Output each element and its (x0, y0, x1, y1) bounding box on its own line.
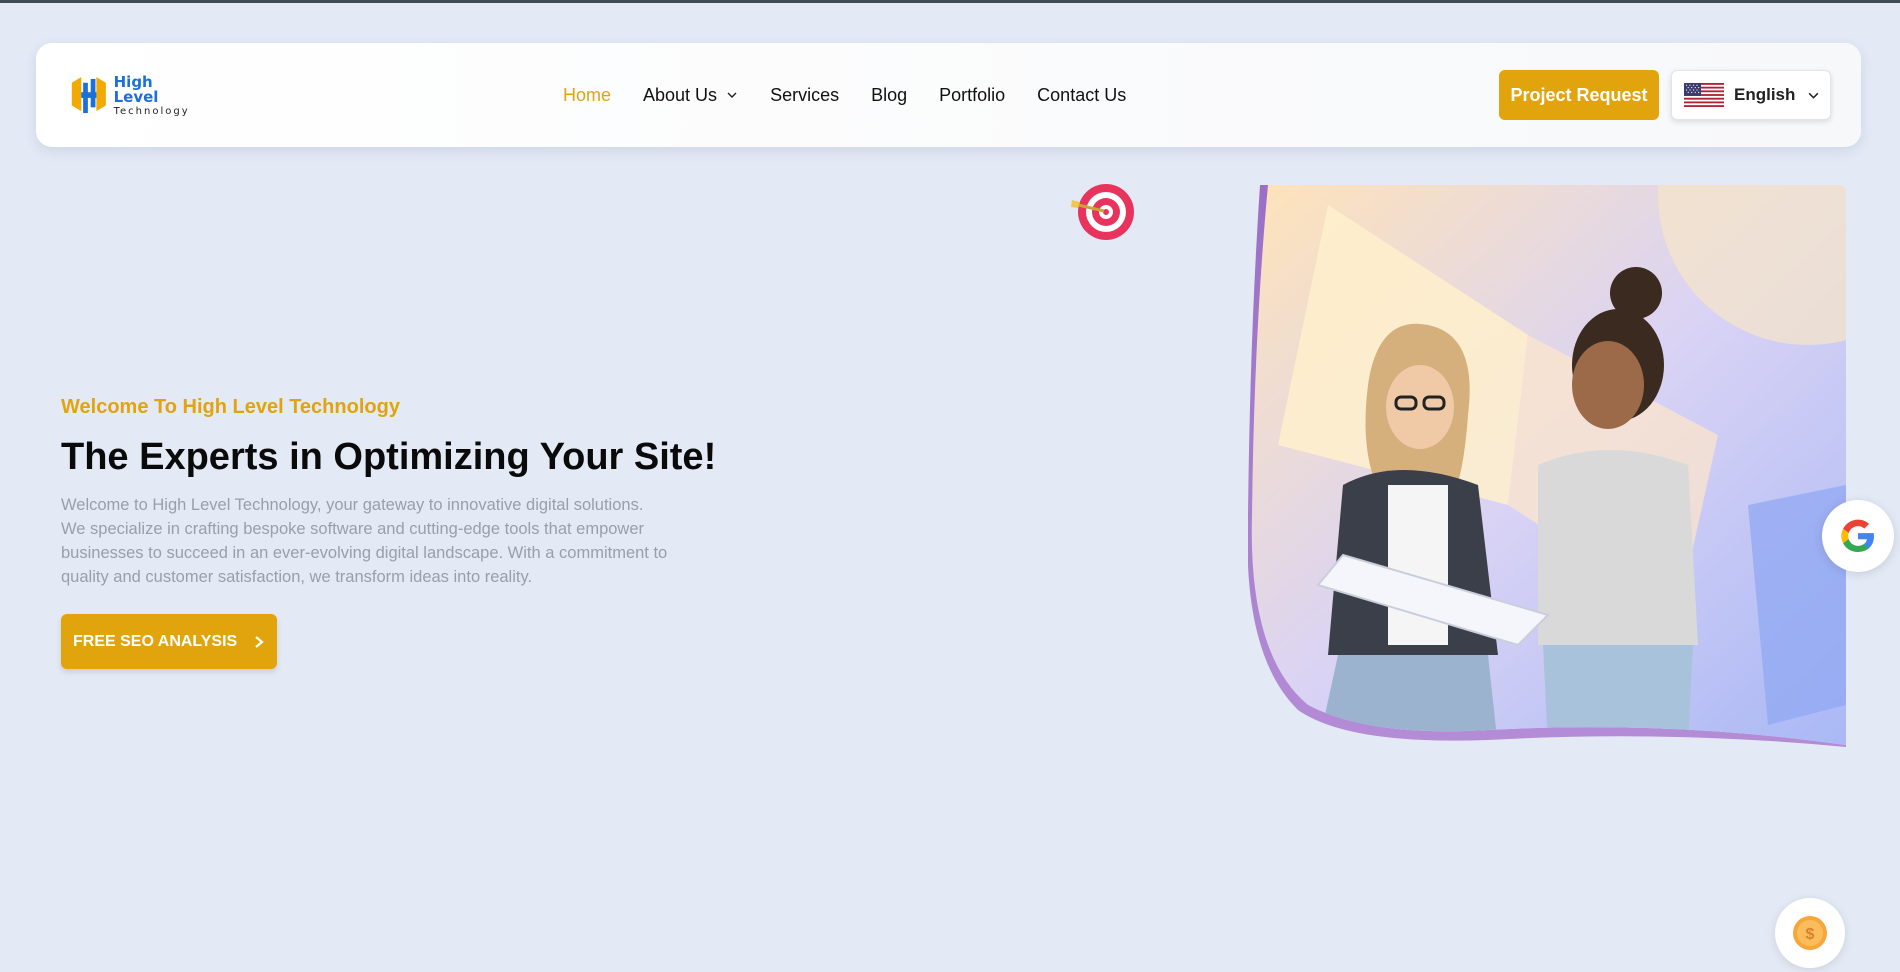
logo-name-line2: Technology (113, 106, 190, 117)
project-request-button[interactable]: Project Request (1499, 70, 1659, 120)
nav-blog[interactable]: Blog (871, 85, 907, 106)
language-label: English (1734, 85, 1796, 104)
nav-home[interactable]: Home (563, 85, 611, 106)
google-button[interactable] (1822, 500, 1894, 572)
nav-portfolio[interactable]: Portfolio (939, 85, 1005, 106)
target-icon (1071, 184, 1134, 240)
svg-text:$: $ (1806, 926, 1815, 943)
logo-text: High Level Technology (114, 75, 198, 117)
nav-about-us-label: About Us (643, 84, 718, 105)
hero-description: Welcome to High Level Technology, your g… (61, 496, 668, 586)
site-header: High Level Technology Home About Us Serv… (36, 43, 1861, 147)
free-seo-analysis-button[interactable]: FREE SEO ANALYSIS (61, 614, 277, 669)
logo[interactable]: High Level Technology (68, 71, 198, 121)
logo-mark-icon (71, 77, 106, 114)
us-flag-icon (1684, 83, 1724, 107)
nav-blog-label: Blog (871, 84, 908, 105)
logo-name-line1: High Level (113, 73, 159, 106)
hero-image (1248, 185, 1846, 747)
nav-about-us[interactable]: About Us (643, 85, 738, 106)
chevron-down-icon (727, 92, 737, 98)
nav-contact-us[interactable]: Contact Us (1037, 85, 1126, 106)
free-seo-analysis-label: FREE SEO ANALYSIS (73, 632, 238, 650)
language-selector[interactable]: English (1671, 70, 1831, 120)
nav-services[interactable]: Services (770, 85, 839, 106)
hero-title: The Experts in Optimizing Your Site! (61, 436, 717, 478)
nav-services-label: Services (770, 84, 840, 105)
google-icon (1841, 519, 1874, 552)
nav-contact-us-label: Contact Us (1037, 84, 1127, 105)
hero-eyebrow: Welcome To High Level Technology (61, 396, 400, 418)
coin-icon: $ (1793, 916, 1827, 950)
main-nav: Home About Us Services Blog Portfolio Co… (563, 83, 1158, 107)
nav-portfolio-label: Portfolio (939, 84, 1006, 105)
coin-button[interactable]: $ (1775, 898, 1845, 968)
chevron-down-icon (1809, 92, 1819, 99)
chevron-right-icon (255, 635, 264, 648)
top-border (0, 0, 1900, 3)
nav-home-label: Home (563, 84, 612, 105)
